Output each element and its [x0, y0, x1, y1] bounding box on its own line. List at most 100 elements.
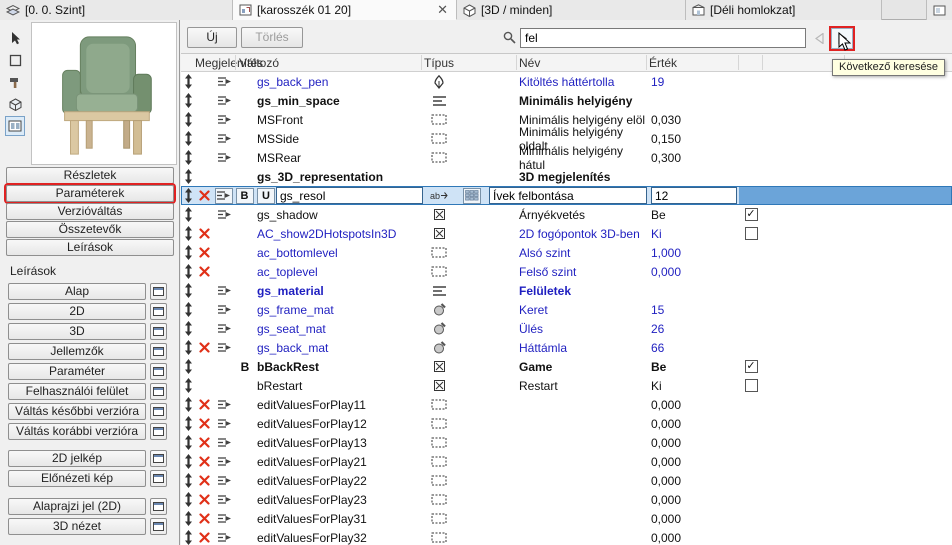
delete-flag-cell[interactable] — [195, 167, 213, 186]
param-row[interactable]: gs_seat_mat Ülés 26 — [181, 319, 952, 338]
param-row[interactable]: ac_bottomlevel Alsó szint 1,000 — [181, 243, 952, 262]
display-toggle-cell[interactable] — [213, 471, 235, 490]
display-toggle-button[interactable] — [214, 187, 233, 204]
value-cell[interactable]: 26 — [649, 319, 739, 338]
type-cell[interactable] — [423, 357, 455, 376]
value-cell[interactable]: 1,000 — [649, 243, 739, 262]
open-window-button[interactable] — [150, 362, 167, 380]
delete-flag-cell[interactable] — [195, 509, 213, 528]
value-checkbox[interactable]: ✓ — [744, 360, 758, 373]
array-cell[interactable] — [455, 490, 489, 509]
display-toggle-cell[interactable] — [213, 186, 235, 205]
value-cell[interactable]: 0,000 — [649, 433, 739, 452]
type-cell[interactable] — [423, 91, 455, 110]
row-drag-handle[interactable] — [181, 490, 195, 509]
array-cell[interactable] — [455, 91, 489, 110]
display-toggle-cell[interactable] — [213, 205, 235, 224]
name-cell[interactable]: Minimális helyigény hátul — [489, 144, 649, 172]
value-cell[interactable]: 19 — [649, 72, 739, 91]
type-cell[interactable] — [423, 243, 455, 262]
variable-cell[interactable]: editValuesForPlay11 — [255, 395, 423, 414]
delete-flag-cell[interactable] — [195, 129, 213, 148]
row-drag-handle[interactable] — [181, 110, 195, 129]
tab-3[interactable]: [3D / minden] — [457, 0, 686, 20]
delete-flag-cell[interactable] — [195, 72, 213, 91]
sidebar-button-3d-n-zet[interactable]: 3D nézet — [8, 517, 146, 535]
value-cell[interactable]: 15 — [649, 300, 739, 319]
param-row[interactable]: MSRear Minimális helyigény hátul 0,300 — [181, 144, 952, 172]
new-parameter-button[interactable]: Új — [187, 27, 237, 48]
sidebar-button-v-lt-s-k-s-bbi-verzi-ra[interactable]: Váltás későbbi verzióra — [8, 402, 146, 420]
row-drag-handle[interactable] — [181, 376, 195, 395]
param-row[interactable]: bRestart Restart Ki — [181, 376, 952, 395]
row-drag-handle[interactable] — [181, 205, 195, 224]
param-row[interactable]: gs_shadow Árnyékvetés Be ✓ — [181, 205, 952, 224]
sidebar-button-jellemz-k[interactable]: Jellemzők — [8, 342, 146, 360]
cube-tool-button[interactable] — [5, 94, 25, 114]
delete-flag-cell[interactable] — [195, 357, 213, 376]
display-toggle-cell[interactable] — [213, 300, 235, 319]
type-cell[interactable] — [423, 300, 455, 319]
name-cell[interactable] — [489, 414, 649, 433]
name-cell[interactable]: Alsó szint — [489, 243, 649, 262]
variable-cell[interactable]: editValuesForPlay12 — [255, 414, 423, 433]
variable-cell[interactable]: gs_frame_mat — [255, 300, 423, 319]
array-cell[interactable] — [455, 167, 489, 186]
variable-cell[interactable]: editValuesForPlay22 — [255, 471, 423, 490]
delete-flag-cell[interactable] — [195, 471, 213, 490]
row-drag-handle[interactable] — [181, 262, 195, 281]
delete-flag-cell[interactable] — [195, 376, 213, 395]
variable-cell[interactable]: ac_toplevel — [255, 262, 423, 281]
display-toggle-cell[interactable] — [213, 281, 235, 300]
display-toggle-cell[interactable] — [213, 262, 235, 281]
value-cell[interactable] — [649, 91, 739, 110]
value-cell[interactable] — [649, 167, 739, 186]
name-cell[interactable]: Minimális helyigény — [489, 91, 649, 110]
tab-2[interactable]: [karosszék 01 20] ✕ — [233, 0, 457, 20]
type-cell[interactable] — [423, 376, 455, 395]
delete-flag-cell[interactable] — [195, 243, 213, 262]
value-cell[interactable]: 0,030 — [649, 110, 739, 129]
value-cell[interactable]: 0,300 — [649, 148, 739, 167]
variable-cell[interactable]: MSFront — [255, 110, 423, 129]
name-cell[interactable]: Háttámla — [489, 338, 649, 357]
type-cell[interactable] — [423, 319, 455, 338]
value-cell[interactable]: 0,000 — [649, 509, 739, 528]
open-window-button[interactable] — [150, 342, 167, 360]
type-cell[interactable] — [423, 452, 455, 471]
display-toggle-cell[interactable] — [213, 528, 235, 545]
array-cell[interactable] — [455, 300, 489, 319]
name-cell[interactable]: 2D fogópontok 3D-ben — [489, 224, 649, 243]
delete-flag-cell[interactable] — [195, 338, 213, 357]
bold-button[interactable]: B — [235, 187, 254, 204]
param-row[interactable]: editValuesForPlay23 0,000 — [181, 490, 952, 509]
name-cell[interactable]: Keret — [489, 300, 649, 319]
value-cell[interactable]: 0,150 — [649, 129, 739, 148]
sidebar-button-összetevők[interactable]: Összetevők — [6, 221, 174, 238]
param-value-input[interactable] — [651, 187, 737, 204]
param-name-input[interactable] — [489, 187, 647, 204]
param-row[interactable]: editValuesForPlay31 0,000 — [181, 509, 952, 528]
frame-tool-button[interactable] — [5, 50, 25, 70]
delete-flag-cell[interactable] — [195, 186, 213, 205]
name-cell[interactable]: Árnyékvetés — [489, 205, 649, 224]
array-cell[interactable] — [455, 509, 489, 528]
name-cell[interactable] — [489, 490, 649, 509]
delete-flag-cell[interactable] — [195, 91, 213, 110]
array-cell[interactable] — [455, 414, 489, 433]
row-drag-handle[interactable] — [181, 338, 195, 357]
name-cell[interactable]: Ülés — [489, 319, 649, 338]
array-cell[interactable] — [455, 452, 489, 471]
display-toggle-cell[interactable] — [213, 148, 235, 167]
param-row[interactable]: BbBackRest Game Be ✓ — [181, 357, 952, 376]
open-window-button[interactable] — [150, 517, 167, 535]
sidebar-button-alaprajzi-jel-2d-[interactable]: Alaprajzi jel (2D) — [8, 497, 146, 515]
value-checkbox[interactable]: ✓ — [744, 208, 758, 221]
delete-flag-cell[interactable] — [195, 300, 213, 319]
row-drag-handle[interactable] — [181, 186, 195, 205]
find-next-button[interactable] — [831, 28, 853, 49]
type-cell[interactable] — [423, 72, 455, 91]
name-cell[interactable]: Felületek — [489, 281, 649, 300]
open-window-button[interactable] — [150, 302, 167, 320]
param-row[interactable]: gs_min_space Minimális helyigény — [181, 91, 952, 110]
